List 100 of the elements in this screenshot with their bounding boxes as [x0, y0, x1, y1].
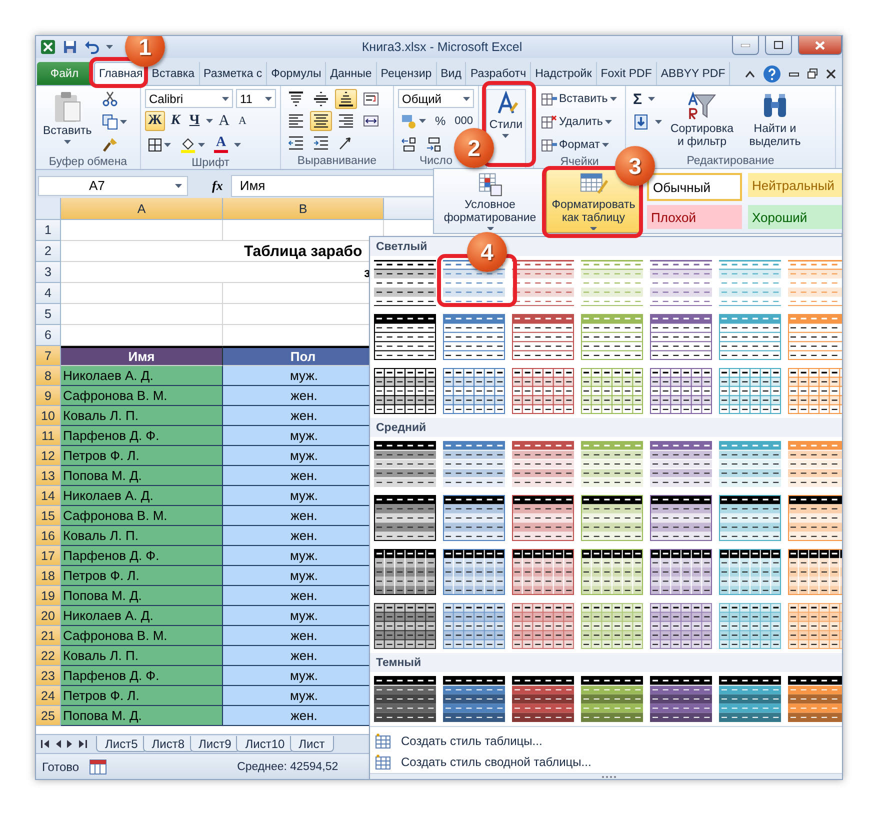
last-sheet-icon[interactable] [76, 739, 88, 749]
table-style-thumbnail[interactable] [650, 676, 712, 722]
row-header[interactable]: 5 [36, 304, 61, 325]
close-button[interactable] [798, 36, 842, 55]
table-style-thumbnail[interactable] [719, 495, 781, 541]
table-style-thumbnail[interactable] [443, 368, 505, 414]
bold-button[interactable]: Ж [145, 111, 165, 131]
table-style-thumbnail[interactable] [443, 549, 505, 595]
row-header[interactable]: 19 [36, 586, 61, 606]
restore-icon[interactable] [807, 68, 818, 79]
column-header[interactable]: A [61, 198, 223, 220]
table-style-thumbnail[interactable] [581, 549, 643, 595]
table-style-thumbnail[interactable] [788, 603, 842, 649]
font-name-field[interactable]: Calibri [145, 89, 233, 108]
row-header[interactable]: 11 [36, 426, 61, 446]
table-style-thumbnail[interactable] [512, 314, 574, 360]
sheet-tab[interactable]: Лист5 [96, 736, 147, 752]
italic-button[interactable]: К [168, 111, 184, 131]
table-style-thumbnail[interactable] [374, 603, 436, 649]
row-header[interactable]: 23 [36, 666, 61, 686]
underline-button[interactable]: Ч [186, 111, 203, 131]
table-style-thumbnail[interactable] [512, 495, 574, 541]
save-icon[interactable] [62, 39, 78, 55]
row-header[interactable]: 24 [36, 686, 61, 706]
table-style-thumbnail[interactable] [788, 314, 842, 360]
autosum-button[interactable]: Σ [630, 89, 646, 109]
table-style-thumbnail[interactable] [788, 549, 842, 595]
table-style-thumbnail[interactable] [512, 549, 574, 595]
help-icon[interactable] [763, 64, 781, 82]
table-style-thumbnail[interactable] [650, 368, 712, 414]
number-format-field[interactable]: Общий [398, 89, 474, 108]
insert-function-button[interactable]: fx [192, 178, 227, 194]
row-header[interactable]: 9 [36, 386, 61, 406]
table-style-thumbnail[interactable] [719, 549, 781, 595]
table-style-thumbnail[interactable] [650, 441, 712, 487]
table-style-thumbnail[interactable] [650, 314, 712, 360]
cell-style-option[interactable]: Хороший [748, 205, 842, 229]
table-style-thumbnail[interactable] [719, 260, 781, 306]
font-color-button[interactable]: A [211, 134, 231, 156]
cell-style-option[interactable]: Плохой [647, 205, 742, 229]
paste-button[interactable]: Вставить [40, 89, 95, 155]
name-box[interactable]: A7 [38, 176, 188, 196]
table-style-thumbnail[interactable] [650, 495, 712, 541]
table-style-thumbnail[interactable] [512, 676, 574, 722]
first-sheet-icon[interactable] [40, 739, 52, 749]
table-style-thumbnail[interactable] [374, 549, 436, 595]
table-style-thumbnail[interactable] [719, 676, 781, 722]
row-header[interactable]: 21 [36, 626, 61, 646]
table-style-thumbnail[interactable] [719, 368, 781, 414]
macro-record-icon[interactable] [89, 758, 108, 774]
font-size-field[interactable]: 11 [236, 89, 276, 108]
shrink-font-button[interactable]: A [235, 111, 250, 131]
table-style-thumbnail[interactable] [512, 603, 574, 649]
row-header[interactable]: 20 [36, 606, 61, 626]
row-header[interactable]: 1 [36, 220, 61, 241]
row-header[interactable]: 15 [36, 506, 61, 526]
find-select-button[interactable]: Найти и выделить [742, 89, 808, 154]
row-header[interactable]: 6 [36, 325, 61, 346]
row-header[interactable]: 4 [36, 283, 61, 304]
table-style-thumbnail[interactable] [443, 495, 505, 541]
table-style-thumbnail[interactable] [512, 260, 574, 306]
table-style-thumbnail[interactable] [581, 495, 643, 541]
cell-style-option[interactable]: Нейтральный [748, 173, 842, 197]
row-header[interactable]: 25 [36, 706, 61, 726]
close-icon[interactable] [826, 68, 836, 78]
table-style-thumbnail[interactable] [581, 368, 643, 414]
table-style-thumbnail[interactable] [788, 441, 842, 487]
row-header[interactable]: 7 [36, 346, 61, 366]
table-style-thumbnail[interactable] [374, 314, 436, 360]
row-header[interactable]: 12 [36, 446, 61, 466]
undo-icon[interactable] [84, 39, 100, 55]
cell-style-option[interactable]: Обычный [647, 173, 742, 201]
row-header[interactable]: 17 [36, 546, 61, 566]
table-style-thumbnail[interactable] [650, 549, 712, 595]
table-style-thumbnail[interactable] [443, 676, 505, 722]
grow-font-button[interactable]: A [216, 111, 232, 131]
row-header[interactable]: 10 [36, 406, 61, 426]
table-style-thumbnail[interactable] [374, 495, 436, 541]
row-header[interactable]: 8 [36, 366, 61, 386]
gallery-command[interactable]: Создать стиль таблицы... [370, 730, 842, 751]
table-style-thumbnail[interactable] [719, 314, 781, 360]
collapse-ribbon-icon[interactable] [745, 70, 755, 78]
minimize-button[interactable] [732, 36, 759, 55]
table-style-thumbnail[interactable] [581, 314, 643, 360]
table-style-thumbnail[interactable] [719, 441, 781, 487]
table-style-thumbnail[interactable] [374, 260, 436, 306]
table-style-thumbnail[interactable] [788, 495, 842, 541]
minimize-icon[interactable] [789, 70, 799, 76]
row-header[interactable]: 14 [36, 486, 61, 506]
table-style-thumbnail[interactable] [512, 441, 574, 487]
row-header[interactable]: 13 [36, 466, 61, 486]
percent-button[interactable]: % [432, 111, 449, 131]
column-header[interactable]: B [223, 198, 384, 220]
cells-command[interactable]: Вставить [538, 89, 620, 109]
table-style-thumbnail[interactable] [581, 260, 643, 306]
row-header[interactable]: 2 [36, 241, 61, 262]
sheet-tab[interactable]: Лист10 [236, 736, 294, 752]
maximize-button[interactable] [765, 36, 792, 55]
conditional-formatting-button[interactable]: Условное форматирование [434, 169, 546, 233]
table-style-thumbnail[interactable] [581, 441, 643, 487]
